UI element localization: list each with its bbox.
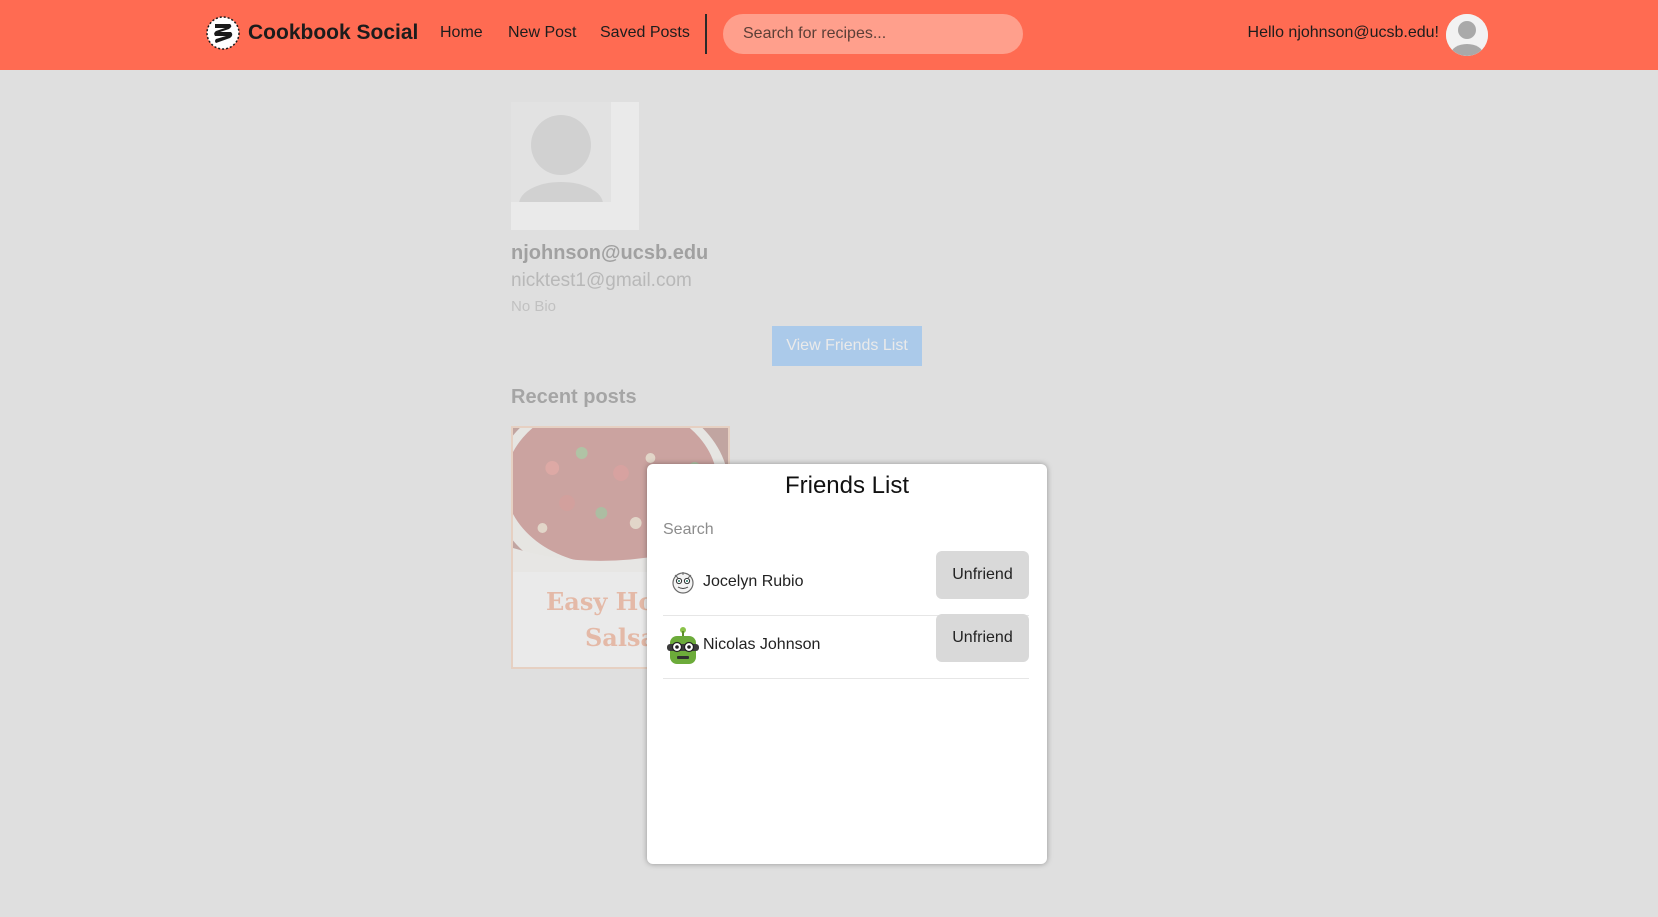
nav-home-link[interactable]: Home	[440, 24, 483, 42]
friends-search-input[interactable]	[663, 518, 1031, 542]
robot-avatar-icon	[667, 627, 699, 664]
view-friends-button[interactable]: View Friends List	[772, 326, 922, 366]
default-profile-icon	[511, 102, 639, 230]
friend-row: Jocelyn Rubio Unfriend	[663, 551, 1029, 616]
modal-title: Friends List	[784, 472, 910, 499]
default-avatar-icon	[1446, 14, 1488, 56]
recent-posts-heading: Recent posts	[511, 386, 637, 408]
user-greeting: Hello njohnson@ucsb.edu!	[1247, 24, 1439, 41]
brand-link[interactable]: Cookbook Social	[206, 16, 418, 50]
friend-name[interactable]: Nicolas Johnson	[703, 636, 820, 654]
cookbook-logo-icon	[206, 16, 240, 50]
top-navbar: Cookbook Social Home New Post Saved Post…	[0, 0, 1658, 70]
profile-username: njohnson@ucsb.edu	[511, 242, 709, 264]
unfriend-button[interactable]: Unfriend	[936, 614, 1029, 662]
monster-avatar-icon	[672, 572, 694, 594]
brand-name: Cookbook Social	[248, 21, 419, 44]
nav-new-post-link[interactable]: New Post	[508, 24, 576, 42]
nav-saved-posts-link[interactable]: Saved Posts	[600, 24, 690, 42]
profile-photo	[511, 102, 639, 230]
nav-divider	[705, 14, 707, 54]
recipe-search-input[interactable]	[723, 14, 1023, 54]
unfriend-button[interactable]: Unfriend	[936, 551, 1029, 599]
friend-row: Nicolas Johnson Unfriend	[663, 614, 1029, 679]
friend-name[interactable]: Jocelyn Rubio	[703, 573, 804, 591]
profile-bio: No Bio	[511, 298, 557, 315]
user-avatar[interactable]	[1446, 14, 1488, 56]
friends-list-modal: Friends List Jocelyn Rubio Unfriend	[647, 464, 1047, 864]
profile-email: nicktest1@gmail.com	[511, 270, 692, 291]
